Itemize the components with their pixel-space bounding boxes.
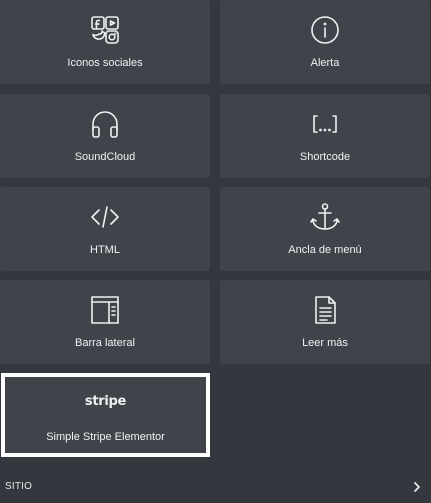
chevron-right-icon: [411, 480, 423, 492]
widget-label: Iconos sociales: [67, 57, 143, 69]
headphones-icon: [88, 107, 122, 141]
widget-soundcloud[interactable]: SoundCloud: [0, 94, 210, 178]
widget-sidebar[interactable]: Barra lateral: [0, 280, 210, 364]
sidebar-layout-icon: [88, 293, 122, 327]
widget-label: Shortcode: [299, 151, 351, 163]
widget-read-more[interactable]: Leer más: [220, 280, 430, 364]
widget-menu-anchor[interactable]: Ancla de menú: [220, 187, 430, 271]
anchor-icon: [308, 200, 342, 234]
shortcode-brackets-icon: [308, 107, 342, 141]
social-icons-icon: [88, 13, 122, 47]
widget-label: Leer más: [302, 337, 348, 349]
document-icon: [308, 293, 342, 327]
widget-label: Simple Stripe Elementor: [46, 431, 165, 443]
stripe-logo: stripe: [84, 394, 127, 409]
widget-label: Barra lateral: [75, 337, 135, 349]
widget-label: HTML: [90, 244, 120, 256]
widget-html[interactable]: HTML: [0, 187, 210, 271]
widget-social-icons[interactable]: Iconos sociales: [0, 0, 210, 84]
widget-label: Ancla de menú: [288, 244, 362, 256]
code-icon: [88, 200, 122, 234]
widget-shortcode[interactable]: Shortcode: [220, 94, 430, 178]
widgets-panel: Iconos sociales Alerta SoundCloud Shortc…: [0, 0, 431, 503]
info-circle-icon: [308, 13, 342, 47]
widget-label: Alerta: [310, 57, 340, 69]
widget-alert[interactable]: Alerta: [220, 0, 430, 84]
section-title: SITIO: [5, 481, 33, 492]
widget-simple-stripe-elementor[interactable]: stripe Simple Stripe Elementor: [1, 373, 210, 457]
section-sitio-toggle[interactable]: SITIO: [0, 474, 431, 503]
widget-label: SoundCloud: [74, 151, 136, 163]
